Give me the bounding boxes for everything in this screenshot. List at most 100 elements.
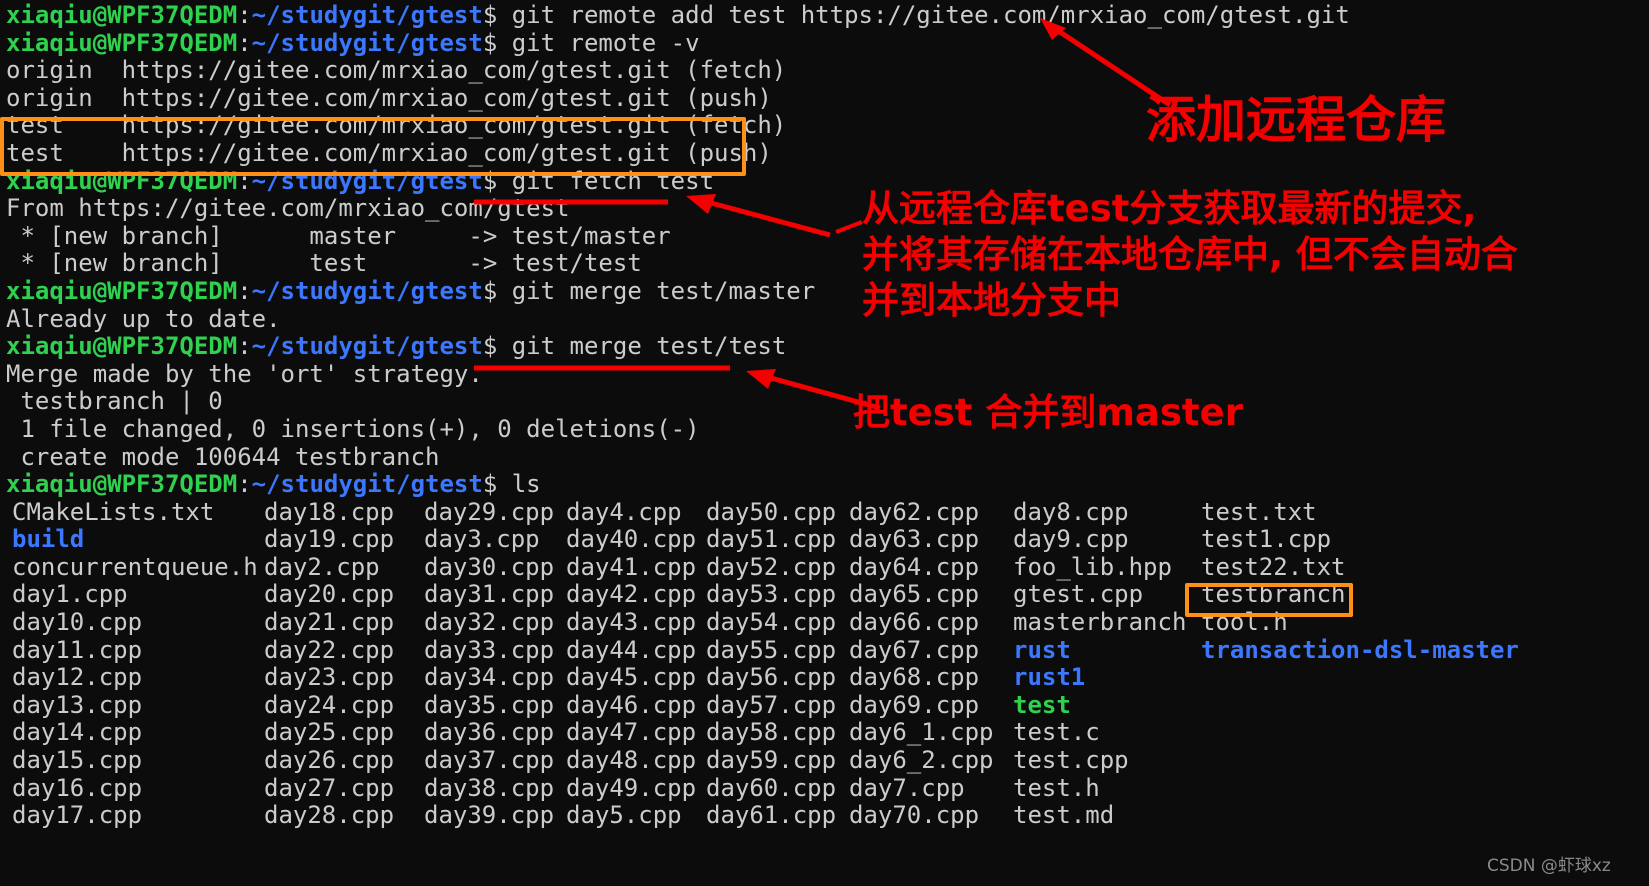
ls-entry: day38.cpp — [424, 773, 555, 802]
terminal-command-line: xiaqiu@WPF37QEDM:~/studygit/gtest$ git m… — [6, 276, 1649, 306]
ls-entry: test.h — [1013, 773, 1100, 802]
ls-entry: day11.cpp — [12, 635, 143, 664]
ls-entry: day30.cpp — [424, 552, 555, 581]
terminal-output-text: test https://gitee.com/mrxiao_com/gtest.… — [6, 138, 772, 167]
terminal-output-text: Merge made by the 'ort' strategy. — [6, 359, 483, 388]
ls-entry: day1.cpp — [12, 580, 128, 609]
ls-entry: day47.cpp — [566, 718, 697, 747]
ls-entry: day54.cpp — [706, 608, 837, 637]
ls-entry: day64.cpp — [849, 552, 980, 581]
ls-entry: day5.cpp — [566, 801, 682, 830]
prompt-path: ~/studygit/gtest — [251, 1, 483, 29]
terminal-output-text: test https://gitee.com/mrxiao_com/gtest.… — [6, 111, 787, 140]
prompt-user-host: xiaqiu@WPF37QEDM — [6, 332, 238, 361]
ls-entry: day42.cpp — [566, 580, 697, 609]
terminal-command-text: git remote -v — [497, 28, 700, 57]
ls-entry: day53.cpp — [706, 580, 837, 609]
ls-entry: day8.cpp — [1013, 497, 1129, 526]
ls-row: day17.cpp day28.cpp day39.cpp day5.cpp day61… — [6, 802, 1649, 830]
terminal-output-line: test https://gitee.com/mrxiao_com/gtest.… — [6, 112, 1649, 140]
ls-entry: day70.cpp — [849, 801, 980, 830]
ls-row: day15.cpp day26.cpp day37.cpp day48.cpp day5… — [6, 746, 1649, 775]
ls-entry: day58.cpp — [706, 718, 837, 747]
ls-entry: day57.cpp — [706, 690, 837, 719]
ls-entry: day22.cpp — [264, 635, 395, 664]
ls-entry: test.md — [1013, 801, 1115, 830]
terminal-command-line: xiaqiu@WPF37QEDM:~/studygit/gtest$ git r… — [6, 1, 1649, 30]
ls-row: concurrentqueue.h day2.cpp day30.cpp day41.… — [6, 552, 1649, 582]
ls-entry: day59.cpp — [706, 746, 837, 775]
terminal-output-line: create mode 100644 testbranch — [6, 442, 1649, 472]
ls-entry: day19.cpp — [264, 525, 395, 554]
ls-entry: day37.cpp — [424, 746, 555, 775]
ls-row: build day19.cpp day3.cpp day40.cpp day51.cpp… — [6, 526, 1649, 554]
terminal-output-line: test https://gitee.com/mrxiao_com/gtest.… — [6, 138, 1649, 168]
prompt-colon: : — [237, 1, 252, 29]
ls-entry: day45.cpp — [566, 663, 697, 692]
ls-entry: build — [12, 525, 85, 554]
prompt-path: ~/studygit/gtest — [251, 470, 483, 499]
ls-entry: day43.cpp — [566, 608, 697, 637]
prompt-user-host: xiaqiu@WPF37QEDM — [6, 470, 238, 499]
ls-entry: test.cpp — [1013, 746, 1129, 775]
ls-entry: day34.cpp — [424, 663, 555, 692]
terminal-command-line: xiaqiu@WPF37QEDM:~/studygit/gtest$ git f… — [6, 166, 1649, 196]
ls-entry: day25.cpp — [264, 718, 395, 747]
ls-entry: day56.cpp — [706, 663, 837, 692]
ls-entry: day67.cpp — [849, 635, 980, 664]
terminal-command-text: git fetch test — [497, 166, 715, 195]
ls-row: day1.cpp day20.cpp day31.cpp day42.cpp day53… — [6, 581, 1649, 609]
terminal-command-text: git remote add test https://gitee.com/mr… — [497, 1, 1350, 29]
terminal-output-text: Already up to date. — [6, 304, 281, 333]
terminal-output-text: create mode 100644 testbranch — [6, 442, 440, 471]
ls-entry: day6_1.cpp — [849, 718, 994, 747]
ls-entry: day66.cpp — [849, 608, 980, 637]
terminal-output-text: * [new branch] test -> test/test — [6, 249, 642, 278]
ls-entry: day62.cpp — [849, 497, 980, 526]
ls-entry: day63.cpp — [849, 525, 980, 554]
prompt-colon: : — [237, 332, 252, 361]
ls-entry: day21.cpp — [264, 608, 395, 637]
ls-entry: day35.cpp — [424, 690, 555, 719]
ls-entry: test1.cpp — [1201, 525, 1332, 554]
terminal-output-line: testbranch | 0 — [6, 388, 1649, 416]
ls-entry: day24.cpp — [264, 690, 395, 719]
ls-entry: day16.cpp — [12, 773, 143, 802]
ls-entry: day46.cpp — [566, 690, 697, 719]
terminal-output-text: From https://gitee.com/mrxiao_com/gtest — [6, 194, 570, 223]
prompt-path: ~/studygit/gtest — [251, 28, 483, 57]
ls-entry: day32.cpp — [424, 608, 555, 637]
ls-entry: day28.cpp — [264, 801, 395, 830]
terminal-output: xiaqiu@WPF37QEDM:~/studygit/gtest$ git r… — [6, 1, 1649, 499]
ls-entry: day39.cpp — [424, 801, 555, 830]
terminal-output-line: origin https://gitee.com/mrxiao_com/gtes… — [6, 56, 1649, 85]
ls-entry: day44.cpp — [566, 635, 697, 664]
prompt-dollar: $ — [482, 1, 498, 29]
terminal-command-line: xiaqiu@WPF37QEDM:~/studygit/gtest$ git m… — [6, 332, 1649, 361]
ls-entry: day50.cpp — [706, 497, 837, 526]
prompt-colon: : — [237, 28, 252, 57]
prompt-colon: : — [237, 166, 252, 195]
ls-entry: day14.cpp — [12, 718, 143, 747]
ls-file-listing: CMakeLists.txt day18.cpp day29.cpp day4.cpp… — [6, 497, 1649, 830]
ls-entry: day48.cpp — [566, 746, 697, 775]
ls-entry: gtest.cpp — [1013, 580, 1144, 609]
prompt-dollar: $ — [482, 166, 498, 195]
ls-row: day10.cpp day21.cpp day32.cpp day43.cpp day5… — [6, 608, 1649, 637]
terminal-output-line: Merge made by the 'ort' strategy. — [6, 359, 1649, 389]
prompt-path: ~/studygit/gtest — [251, 276, 483, 305]
ls-row: day11.cpp day22.cpp day33.cpp day44.cpp day5… — [6, 635, 1649, 665]
terminal-window[interactable]: xiaqiu@WPF37QEDM:~/studygit/gtest$ git r… — [0, 0, 1649, 886]
ls-entry: day27.cpp — [264, 773, 395, 802]
ls-entry: day41.cpp — [566, 552, 697, 581]
prompt-path: ~/studygit/gtest — [251, 332, 483, 361]
ls-entry: masterbranch — [1013, 608, 1187, 637]
prompt-path: ~/studygit/gtest — [251, 166, 483, 195]
ls-entry: day7.cpp — [849, 773, 965, 802]
ls-entry: day51.cpp — [706, 525, 837, 554]
ls-entry: day65.cpp — [849, 580, 980, 609]
ls-entry: day15.cpp — [12, 746, 143, 775]
prompt-user-host: xiaqiu@WPF37QEDM — [6, 276, 238, 305]
ls-entry: day31.cpp — [424, 580, 555, 609]
ls-entry: rust — [1013, 635, 1071, 664]
